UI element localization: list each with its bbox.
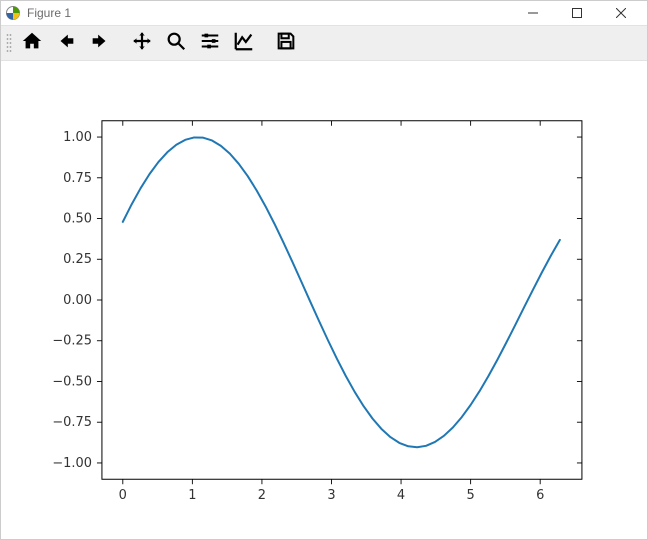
- move-icon: [131, 30, 153, 57]
- svg-text:−1.00: −1.00: [52, 456, 92, 471]
- chart-line-icon: [233, 30, 255, 57]
- svg-text:2: 2: [258, 488, 266, 503]
- svg-text:−0.50: −0.50: [52, 374, 92, 389]
- sliders-icon: [199, 30, 221, 57]
- home-button[interactable]: [15, 28, 49, 58]
- figure-window: Figure 1: [0, 0, 648, 540]
- minimize-button[interactable]: [511, 1, 555, 25]
- plot-area[interactable]: 0 1 2 3 4 5 6 −1.00 −0.75 −0.50 −0.25 0.00 0.25 0.50 0…: [1, 61, 647, 539]
- back-button[interactable]: [49, 28, 83, 58]
- svg-text:5: 5: [467, 488, 475, 503]
- forward-button[interactable]: [83, 28, 117, 58]
- svg-text:0.00: 0.00: [63, 293, 92, 308]
- maximize-button[interactable]: [555, 1, 599, 25]
- plot-canvas: 0 1 2 3 4 5 6 −1.00 −0.75 −0.50 −0.25 0.00 0.25 0.50 0…: [1, 61, 647, 539]
- save-icon: [275, 30, 297, 57]
- svg-text:3: 3: [327, 488, 335, 503]
- titlebar[interactable]: Figure 1: [1, 1, 647, 25]
- pan-button[interactable]: [125, 28, 159, 58]
- zoom-icon: [165, 30, 187, 57]
- svg-text:0.25: 0.25: [63, 252, 92, 267]
- svg-text:0: 0: [119, 488, 127, 503]
- svg-text:6: 6: [536, 488, 544, 503]
- svg-text:0.75: 0.75: [63, 171, 92, 186]
- toolbar: [1, 25, 647, 61]
- svg-text:−0.25: −0.25: [52, 334, 92, 349]
- toolbar-handle[interactable]: [5, 30, 13, 56]
- zoom-button[interactable]: [159, 28, 193, 58]
- arrow-right-icon: [89, 30, 111, 57]
- save-button[interactable]: [269, 28, 303, 58]
- edit-axes-button[interactable]: [227, 28, 261, 58]
- home-icon: [21, 30, 43, 57]
- app-icon: [5, 5, 21, 21]
- svg-text:1: 1: [188, 488, 196, 503]
- close-button[interactable]: [599, 1, 643, 25]
- window-title: Figure 1: [27, 6, 71, 20]
- svg-text:−0.75: −0.75: [52, 415, 92, 430]
- arrow-left-icon: [55, 30, 77, 57]
- svg-text:1.00: 1.00: [63, 130, 92, 145]
- svg-text:4: 4: [397, 488, 405, 503]
- configure-subplots-button[interactable]: [193, 28, 227, 58]
- svg-text:0.50: 0.50: [63, 212, 92, 227]
